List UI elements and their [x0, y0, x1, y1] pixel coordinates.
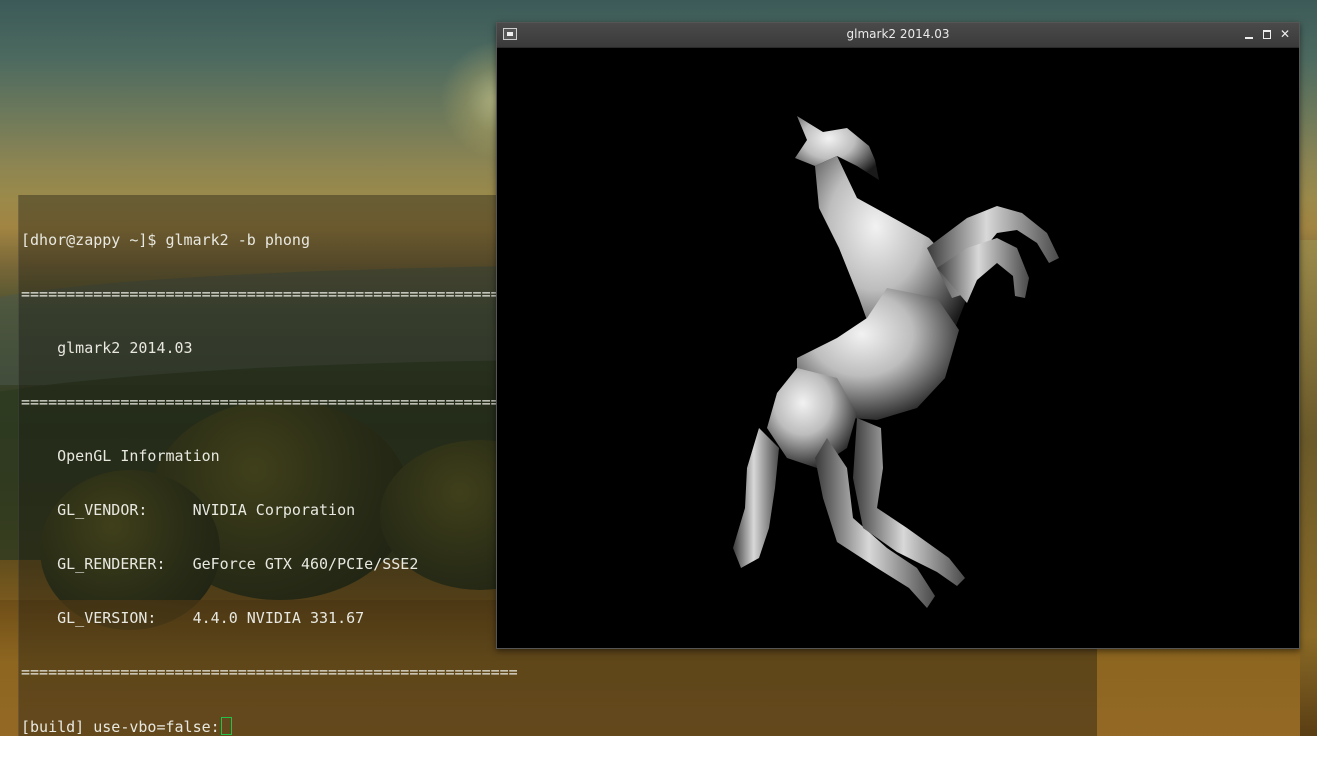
terminal-prompt-line[interactable]: [build] use-vbo=false:	[21, 717, 518, 736]
window-titlebar[interactable]: glmark2 2014.03 ✕	[497, 23, 1299, 48]
minimize-icon[interactable]	[1242, 27, 1256, 41]
terminal-line: OpenGL Information	[21, 447, 220, 465]
glmark2-window[interactable]: glmark2 2014.03 ✕	[496, 22, 1300, 649]
background-strip	[1300, 240, 1317, 736]
terminal-separator: ========================================…	[21, 285, 518, 303]
close-icon[interactable]: ✕	[1278, 27, 1292, 41]
terminal-line: GL_VENDOR: NVIDIA Corporation	[21, 501, 356, 519]
horse-model-render	[733, 116, 1059, 608]
terminal-output: [dhor@zappy ~]$ glmark2 -b phong =======…	[21, 195, 518, 771]
terminal-separator: ========================================…	[21, 393, 518, 411]
terminal-separator: ========================================…	[21, 663, 518, 681]
window-title: glmark2 2014.03	[846, 27, 950, 41]
prompt-text: [build] use-vbo=false:	[21, 718, 220, 736]
maximize-icon[interactable]	[1260, 27, 1274, 41]
horse-tail	[733, 428, 779, 568]
terminal-line: GL_VERSION: 4.4.0 NVIDIA 331.67	[21, 609, 365, 627]
terminal-line: GL_RENDERER: GeForce GTX 460/PCIe/SSE2	[21, 555, 419, 573]
terminal-line: [dhor@zappy ~]$ glmark2 -b phong	[21, 231, 310, 249]
terminal-cursor	[220, 717, 232, 735]
opengl-render-area	[497, 48, 1299, 648]
terminal-line: glmark2 2014.03	[21, 339, 193, 357]
